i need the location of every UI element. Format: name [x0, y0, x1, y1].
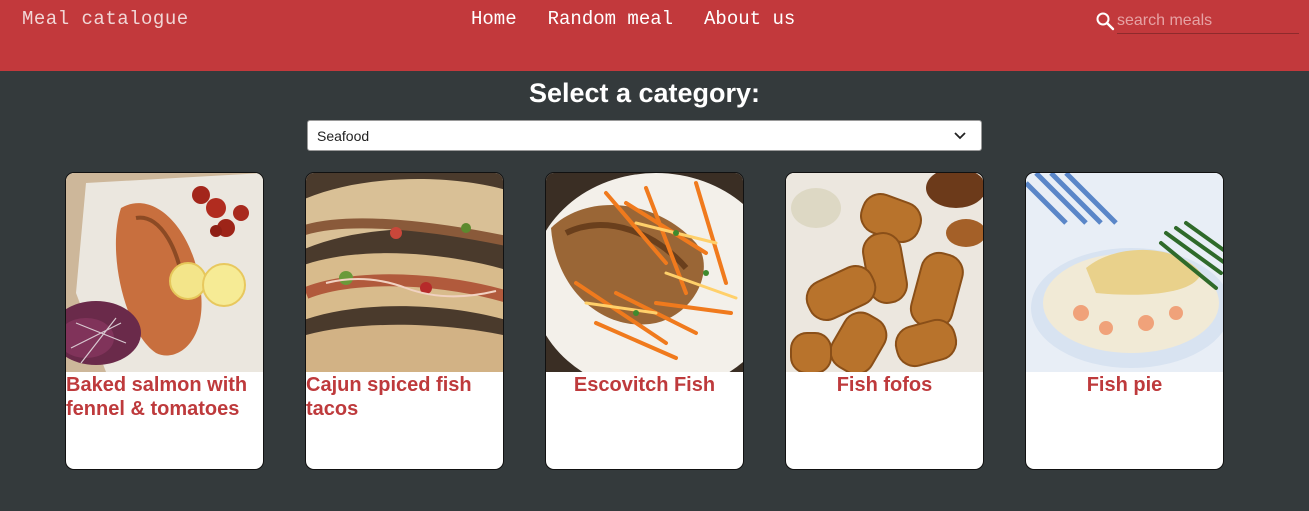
main-nav: Home Random meal About us — [471, 8, 795, 30]
chevron-down-icon — [954, 132, 966, 140]
meal-card[interactable]: Fish pie — [1025, 172, 1224, 470]
search-icon[interactable] — [1095, 11, 1115, 31]
meal-image[interactable] — [66, 173, 263, 372]
brand-title[interactable]: Meal catalogue — [22, 8, 189, 30]
meal-name[interactable]: Baked salmon with fennel & tomatoes — [66, 373, 263, 421]
top-navbar: Meal catalogue Home Random meal About us — [0, 0, 1309, 71]
category-selected-value: Seafood — [317, 128, 370, 144]
nav-home-link[interactable]: Home — [471, 8, 517, 30]
meal-image[interactable] — [1026, 173, 1223, 372]
meal-image[interactable] — [786, 173, 983, 372]
category-heading: Select a category: — [528, 78, 761, 108]
meal-name[interactable]: Cajun spiced fish tacos — [306, 373, 503, 421]
search-input[interactable] — [1117, 8, 1299, 34]
meal-image[interactable] — [546, 173, 743, 372]
search-box — [1095, 8, 1299, 34]
meal-name[interactable]: Fish fofos — [786, 373, 983, 397]
nav-about-us-link[interactable]: About us — [704, 8, 795, 30]
meal-name[interactable]: Escovitch Fish — [546, 373, 743, 397]
meal-card[interactable]: Escovitch Fish — [545, 172, 744, 470]
meal-image[interactable] — [306, 173, 503, 372]
meal-card[interactable]: Fish fofos — [785, 172, 984, 470]
meal-card[interactable]: Baked salmon with fennel & tomatoes — [65, 172, 264, 470]
category-select[interactable]: Seafood — [307, 120, 982, 151]
meal-card[interactable]: Cajun spiced fish tacos — [305, 172, 504, 470]
meal-name[interactable]: Fish pie — [1026, 373, 1223, 397]
nav-random-meal-link[interactable]: Random meal — [548, 8, 673, 30]
